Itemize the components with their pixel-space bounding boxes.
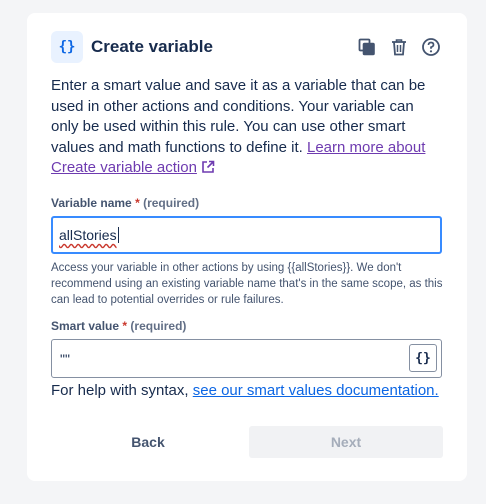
header-actions (355, 35, 443, 59)
variable-braces-icon: {} (51, 31, 83, 63)
syntax-help: For help with syntax, see our smart valu… (51, 382, 439, 399)
required-text: (required) (130, 319, 187, 333)
required-asterisk: * (135, 196, 140, 210)
variable-name-help: Access your variable in other actions by… (51, 262, 443, 306)
smart-values-docs-link[interactable]: see our smart values documentation. (193, 382, 439, 399)
text-caret (117, 227, 119, 243)
external-link-icon (202, 160, 215, 173)
duplicate-button[interactable] (355, 35, 379, 59)
trash-icon (392, 39, 406, 56)
smart-value-value: "" (60, 350, 70, 367)
variable-name-label-text: Variable name (51, 196, 132, 210)
variable-name-label: Variable name * (required) (51, 196, 199, 210)
back-button[interactable]: Back (51, 426, 245, 458)
variable-name-input[interactable]: allStories (51, 216, 442, 254)
delete-button[interactable] (387, 35, 411, 59)
smart-value-label: Smart value * (required) (51, 319, 186, 333)
required-text: (required) (143, 196, 200, 210)
braces-icon: {} (415, 350, 431, 366)
dialog-title: Create variable (91, 37, 213, 56)
dialog-description: Enter a smart value and save it as a var… (51, 76, 443, 179)
insert-smart-value-button[interactable]: {} (409, 344, 437, 372)
smart-value-label-text: Smart value (51, 319, 120, 333)
duplicate-icon (358, 38, 375, 56)
next-button[interactable]: Next (249, 426, 443, 458)
required-asterisk: * (122, 319, 128, 333)
dialog-header: {} Create variable (51, 31, 443, 63)
syntax-help-text: For help with syntax, (51, 382, 193, 399)
smart-value-input[interactable]: "" {} (51, 339, 442, 378)
create-variable-panel: {} Create variable Enter a smart value a… (27, 13, 467, 481)
help-button[interactable] (419, 35, 443, 59)
variable-name-value: allStories (59, 227, 117, 243)
help-icon (422, 38, 440, 56)
